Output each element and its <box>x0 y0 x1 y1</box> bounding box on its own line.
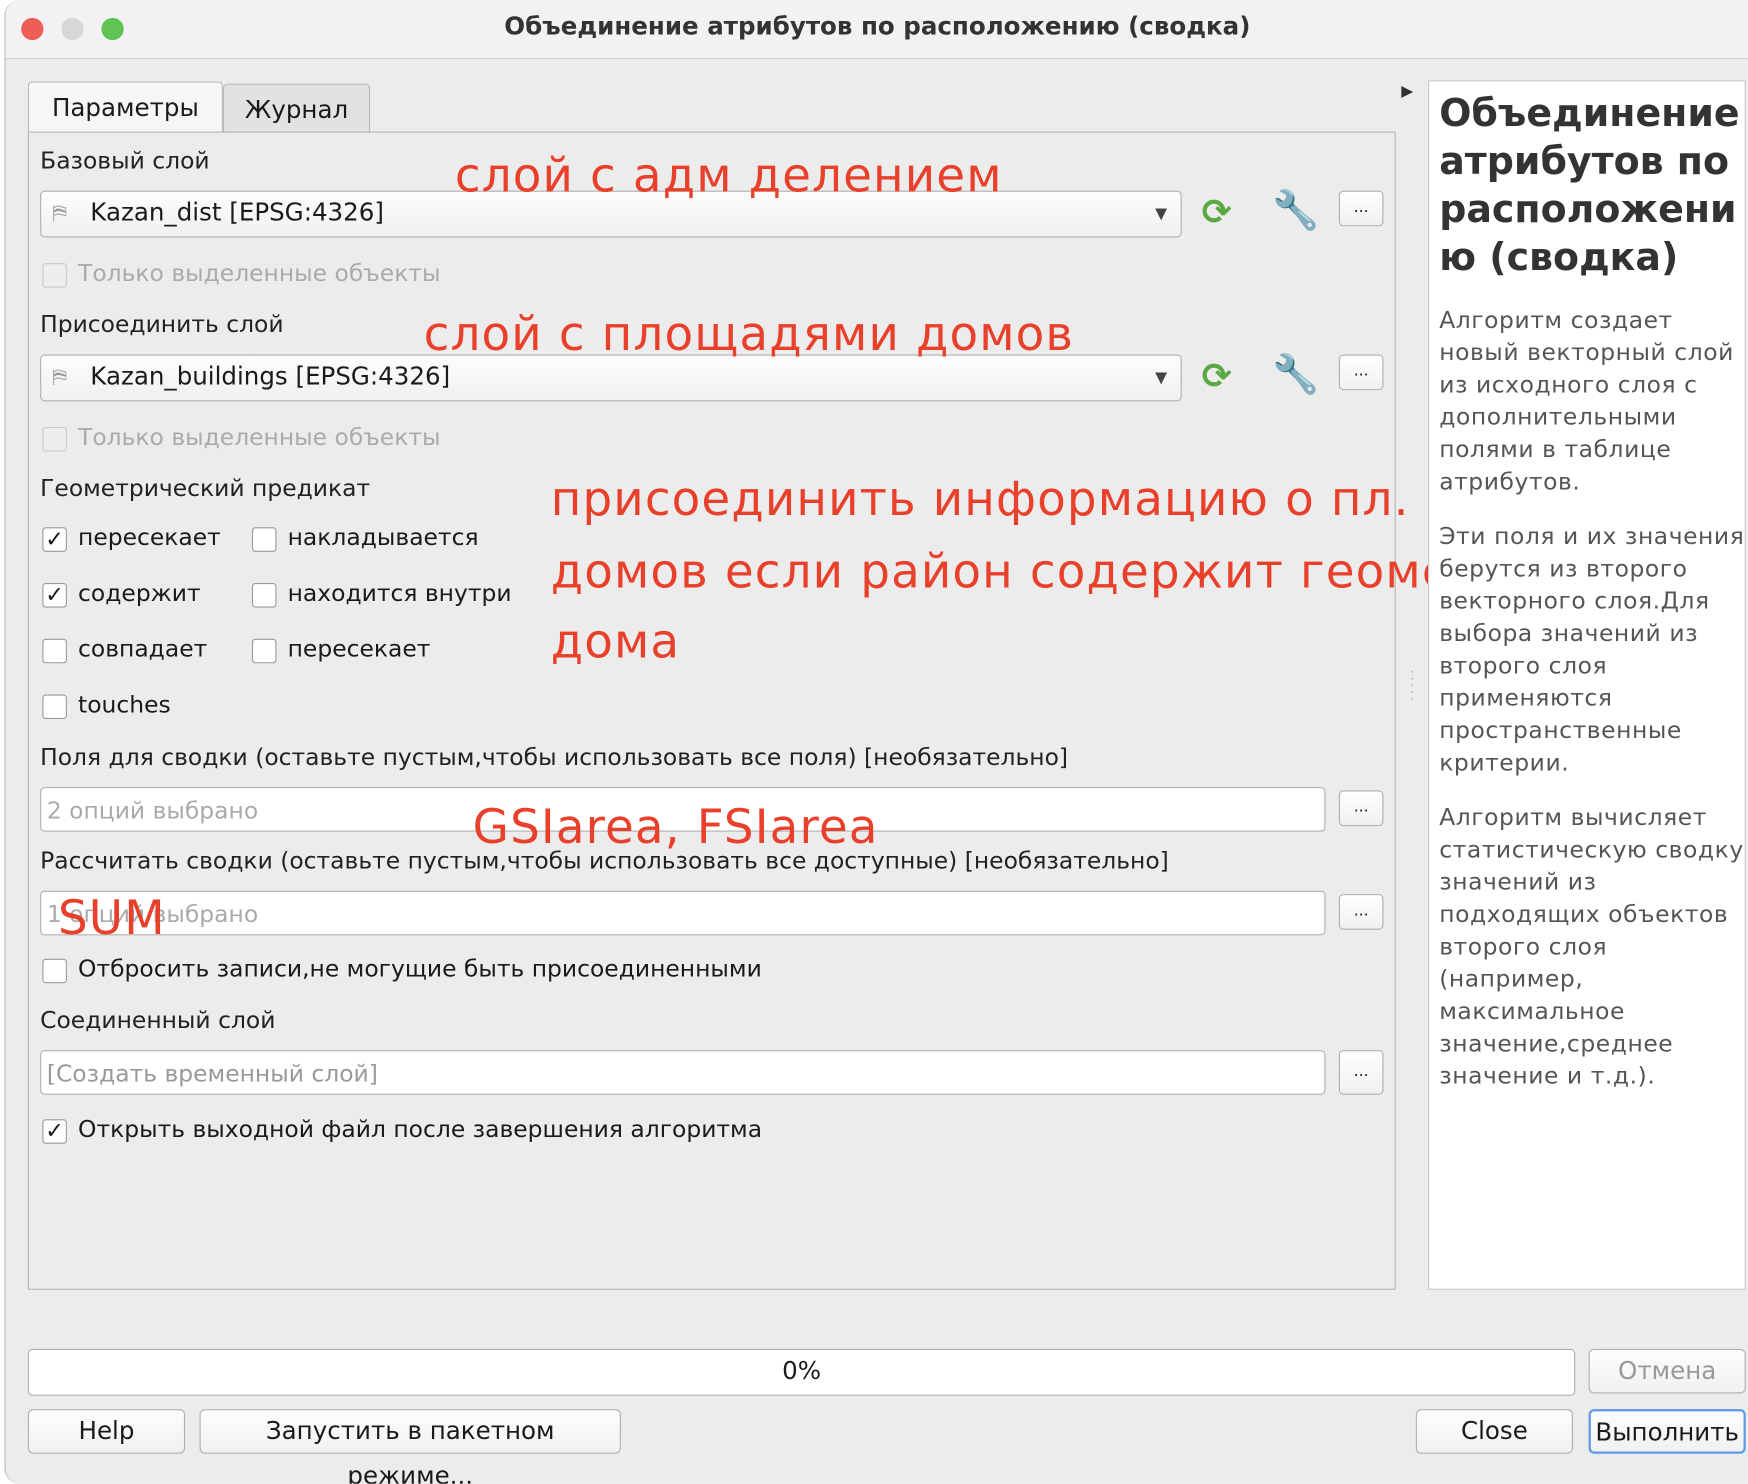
tab-parameters[interactable]: Параметры <box>27 81 223 133</box>
predicate-contains-checkbox[interactable]: ✓ <box>42 583 67 608</box>
tab-log[interactable]: Журнал <box>222 83 371 135</box>
help-line: подходящих объектов <box>1439 900 1729 928</box>
help-line: значений из <box>1439 868 1597 896</box>
annotation-predicate-line-3: дома <box>550 614 681 669</box>
base-layer-more-button[interactable]: ... <box>1338 190 1384 227</box>
discard-label: Отбросить записи,не могущие быть присоед… <box>78 955 762 983</box>
predicate-equals-checkbox[interactable] <box>42 638 67 664</box>
predicate-crosses-label: пересекает <box>287 635 431 663</box>
progress-bar: 0% <box>27 1348 1576 1396</box>
predicate-intersects-checkbox[interactable]: ✓ <box>42 527 67 552</box>
predicate-within-label: находится внутри <box>287 579 512 607</box>
wrench-icon[interactable]: 🔧 <box>1272 188 1319 233</box>
help-line: второго слоя <box>1439 652 1608 679</box>
predicate-overlaps-label: накладывается <box>287 523 479 551</box>
help-line: Эти поля и их значения <box>1439 522 1745 550</box>
help-line: Алгоритм создает <box>1439 306 1673 334</box>
help-line: второго слоя <box>1439 933 1608 960</box>
help-line: атрибутов. <box>1439 468 1581 495</box>
help-paragraph-3: Алгоритм вычисляет статистическую сводку… <box>1439 802 1744 1093</box>
join-layer-combo[interactable]: ⛿ Kazan_buildings [EPSG:4326] ▼ <box>40 354 1182 402</box>
output-label: Соединенный слой <box>40 1006 276 1034</box>
help-line: дополнительными <box>1439 403 1677 431</box>
predicate-contains-label: содержит <box>78 579 201 607</box>
open-output-label: Открыть выходной файл после завершения а… <box>78 1115 763 1143</box>
join-layer-more-button[interactable]: ... <box>1338 354 1384 391</box>
help-line: из исходного слоя с <box>1439 371 1698 398</box>
help-title: Объединение атрибутов по расположени ю (… <box>1439 91 1740 280</box>
predicate-intersects-label: пересекает <box>78 523 221 551</box>
join-layer-label: Присоединить слой <box>40 311 284 338</box>
help-line: (например, <box>1439 965 1584 993</box>
window-title: Объединение атрибутов по расположению (с… <box>504 13 1251 42</box>
base-selected-only-checkbox[interactable] <box>42 263 67 288</box>
batch-mode-button[interactable]: Запустить в пакетном режиме... <box>199 1409 621 1484</box>
predicate-touches-checkbox[interactable] <box>42 694 67 720</box>
help-line: критерии. <box>1439 749 1570 776</box>
chevron-down-icon: ▼ <box>1155 205 1168 223</box>
base-layer-value: Kazan_dist [EPSG:4326] <box>90 199 384 228</box>
output-more-button[interactable]: ... <box>1338 1050 1384 1095</box>
help-line: Алгоритм вычисляет <box>1439 803 1707 831</box>
help-line: векторного слоя.Для <box>1439 587 1710 615</box>
help-paragraph-2: Эти поля и их значения берутся из второг… <box>1439 521 1744 780</box>
fields-label: Поля для сводки (оставьте пустым,чтобы и… <box>40 743 1069 771</box>
annotation-fields: GSIarea, FSIarea <box>472 799 879 854</box>
summaries-more-button[interactable]: ... <box>1338 894 1384 930</box>
help-line: статистическую сводку <box>1439 836 1744 863</box>
predicate-overlaps-checkbox[interactable] <box>251 527 277 552</box>
progress-text: 0% <box>782 1357 821 1386</box>
annotation-base-layer: слой с адм делением <box>454 148 1003 203</box>
annotation-summaries: SUM <box>57 890 166 946</box>
join-selected-only-label: Только выделенные объекты <box>78 423 441 451</box>
close-button[interactable]: Close <box>1415 1409 1573 1454</box>
cancel-button[interactable]: Отмена <box>1588 1348 1746 1394</box>
predicate-within-checkbox[interactable] <box>251 583 277 608</box>
collapse-help-arrow-icon[interactable]: ▶ <box>1401 82 1413 100</box>
open-output-checkbox[interactable]: ✓ <box>42 1119 67 1144</box>
discard-checkbox[interactable] <box>42 958 67 984</box>
wrench-icon[interactable]: 🔧 <box>1272 352 1319 397</box>
summaries-input[interactable]: 1 опций выбрано <box>40 890 1326 936</box>
annotation-join-layer: слой с площадями домов <box>423 306 1075 362</box>
polygon-layer-icon: ⛿ <box>52 201 67 226</box>
help-line: берутся из второго <box>1439 555 1688 582</box>
predicate-label: Геометрический предикат <box>40 474 371 502</box>
run-button[interactable]: Выполнить <box>1588 1409 1746 1454</box>
predicate-crosses-checkbox[interactable] <box>251 638 277 664</box>
predicate-touches-label: touches <box>78 691 171 718</box>
splitter-handle[interactable]: · · · · · <box>1410 666 1414 706</box>
base-selected-only-label: Только выделенные объекты <box>78 259 441 287</box>
title-bar: Объединение атрибутов по расположению (с… <box>5 0 1748 60</box>
annotation-predicate-line-1: присоединить информацию о пл. <box>550 471 1410 527</box>
dialog-window: Объединение атрибутов по расположению (с… <box>4 0 1748 1484</box>
chevron-down-icon: ▼ <box>1155 368 1168 387</box>
fields-more-button[interactable]: ... <box>1338 790 1384 827</box>
help-button[interactable]: Help <box>27 1409 186 1454</box>
help-line: выбора значений из <box>1439 619 1699 647</box>
iterate-refresh-icon[interactable]: ⟳ <box>1202 355 1232 397</box>
base-layer-label: Базовый слой <box>40 147 210 174</box>
help-line: значение и т.д.). <box>1439 1062 1656 1090</box>
help-line: полями в таблице <box>1439 435 1672 463</box>
polygon-layer-icon: ⛿ <box>52 365 67 390</box>
output-input[interactable]: [Создать временный слой] <box>40 1050 1326 1095</box>
predicate-equals-label: совпадает <box>78 635 208 663</box>
help-line: применяются <box>1439 684 1613 712</box>
parameters-panel: Базовый слой ⛿ Kazan_dist [EPSG:4326] ▼ … <box>27 131 1582 1290</box>
help-line: значение,среднее <box>1439 1030 1674 1057</box>
help-line: новый векторный слой <box>1439 338 1734 366</box>
help-panel: Объединение атрибутов по расположени ю (… <box>1428 80 1746 1290</box>
help-line: максимальное <box>1439 997 1625 1025</box>
join-selected-only-checkbox[interactable] <box>42 426 67 452</box>
help-line: пространственные <box>1439 716 1682 744</box>
join-layer-value: Kazan_buildings [EPSG:4326] <box>90 363 451 392</box>
iterate-refresh-icon[interactable]: ⟳ <box>1202 191 1232 233</box>
help-paragraph-1: Алгоритм создает новый векторный слой из… <box>1439 304 1744 498</box>
